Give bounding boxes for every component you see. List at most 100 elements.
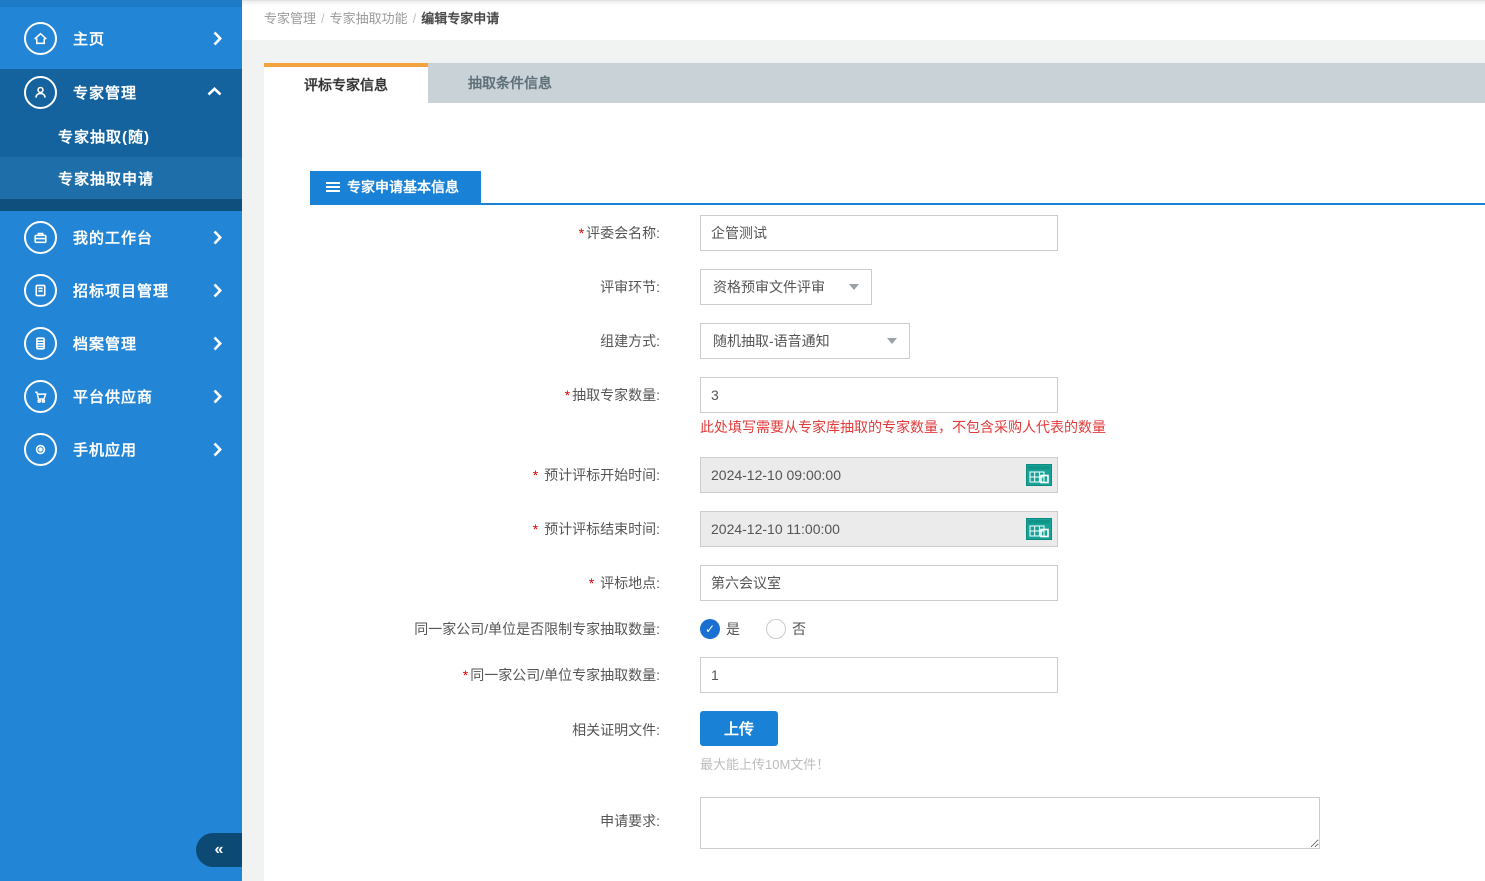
sidebar-item-bidding-projects[interactable]: 招标项目管理 [0, 264, 242, 317]
document-icon [24, 274, 57, 307]
required-marker: * [533, 521, 542, 537]
end-time-input[interactable]: 2024-12-10 11:00:00 [700, 511, 1058, 547]
cart-icon [24, 380, 57, 413]
field-label: *评委会名称: [264, 223, 700, 243]
calendar-icon[interactable] [1026, 464, 1052, 486]
sidebar-item-label: 主页 [73, 28, 105, 49]
field-formation-method: 组建方式: 随机抽取-语音通知 [264, 323, 1485, 359]
chevron-up-icon [207, 87, 222, 97]
location-input[interactable] [700, 565, 1058, 601]
chevron-right-icon [213, 336, 222, 351]
radio-unchecked-icon [766, 619, 786, 639]
briefcase-icon [24, 221, 57, 254]
field-requirements: 申请要求: [264, 797, 1485, 849]
breadcrumb-extraction-function[interactable]: 专家抽取功能 [330, 11, 408, 26]
certificate-upload-area: 上传 最大能上传10M文件！ [700, 711, 829, 773]
required-marker: * [565, 387, 570, 403]
breadcrumb-current-page: 编辑专家申请 [421, 11, 499, 26]
upload-button[interactable]: 上传 [700, 711, 778, 746]
dropdown-arrow-icon [849, 284, 859, 290]
field-label: * 评标地点: [264, 573, 700, 593]
sidebar-item-archives[interactable]: 档案管理 [0, 317, 242, 370]
select-value: 随机抽取-语音通知 [713, 331, 830, 351]
sidebar-item-mobile-app[interactable]: 手机应用 [0, 423, 242, 476]
required-marker: * [533, 467, 542, 483]
field-certificate: 相关证明文件: 上传 最大能上传10M文件！ [264, 711, 1485, 773]
sidebar-group-expert-management: 专家管理 专家抽取(随) 专家抽取申请 [0, 69, 242, 199]
sidebar-item-home[interactable]: 主页 [0, 7, 242, 69]
field-label: 同一家公司/单位是否限制专家抽取数量: [264, 619, 700, 639]
required-marker: * [579, 225, 584, 241]
review-stage-select[interactable]: 资格预审文件评审 [700, 269, 872, 305]
start-time-input[interactable]: 2024-12-10 09:00:00 [700, 457, 1058, 493]
field-label: 申请要求: [264, 797, 700, 831]
chevron-right-icon [213, 389, 222, 404]
field-limit-company: 同一家公司/单位是否限制专家抽取数量: 是 否 [264, 619, 1485, 639]
expert-count-hint: 此处填写需要从专家库抽取的专家数量，不包含采购人代表的数量 [700, 417, 1106, 437]
sidebar-top-strip [0, 0, 242, 7]
radio-label: 否 [792, 619, 806, 639]
sidebar-collapse-button[interactable]: « [196, 833, 242, 867]
radio-option-no[interactable]: 否 [766, 619, 806, 639]
field-review-stage: 评审环节: 资格预审文件评审 [264, 269, 1485, 305]
section-title-tab: 专家申请基本信息 [310, 171, 481, 203]
chevron-right-icon [213, 230, 222, 245]
expert-icon [24, 76, 57, 109]
date-value: 2024-12-10 11:00:00 [711, 521, 840, 537]
chevron-right-icon [213, 442, 222, 457]
field-committee-name: *评委会名称: [264, 215, 1485, 251]
dropdown-arrow-icon [887, 338, 897, 344]
tab-label: 评标专家信息 [304, 75, 388, 95]
home-icon [24, 22, 57, 55]
field-label: * 预计评标结束时间: [264, 519, 700, 539]
sidebar-item-label: 专家管理 [73, 82, 137, 103]
radio-label: 是 [726, 619, 740, 639]
field-start-time: * 预计评标开始时间: 2024-12-10 09:00:00 [264, 457, 1485, 493]
select-value: 资格预审文件评审 [713, 277, 825, 297]
expert-application-form: *评委会名称: 评审环节: 资格预审文件评审 组建方式: 随机抽取-语音通知 [264, 205, 1485, 849]
radio-option-yes[interactable]: 是 [700, 619, 740, 639]
breadcrumb-separator: / [413, 11, 417, 26]
sidebar-item-suppliers[interactable]: 平台供应商 [0, 370, 242, 423]
formation-method-select[interactable]: 随机抽取-语音通知 [700, 323, 910, 359]
archive-icon [24, 327, 57, 360]
breadcrumb-expert-management[interactable]: 专家管理 [264, 11, 316, 26]
tab-expert-info[interactable]: 评标专家信息 [264, 63, 428, 103]
sidebar-subitem-extraction-application[interactable]: 专家抽取申请 [0, 157, 242, 199]
calendar-icon[interactable] [1026, 518, 1052, 540]
requirements-textarea[interactable] [700, 797, 1320, 849]
collapse-icon: « [215, 841, 224, 859]
limit-company-radio-group: 是 否 [700, 619, 806, 639]
chevron-right-icon [213, 283, 222, 298]
expert-count-input[interactable] [700, 377, 1058, 413]
field-label: * 预计评标开始时间: [264, 465, 700, 485]
radio-checked-icon [700, 619, 720, 639]
committee-name-input[interactable] [700, 215, 1058, 251]
sidebar-group-divider [0, 199, 242, 211]
field-label: 评审环节: [264, 277, 700, 297]
field-label: 相关证明文件: [264, 711, 700, 740]
mobile-app-icon [24, 433, 57, 466]
sidebar-item-label: 平台供应商 [73, 386, 153, 407]
field-label: 组建方式: [264, 331, 700, 351]
sidebar-item-label: 档案管理 [73, 333, 137, 354]
section-header: 专家申请基本信息 [310, 171, 1485, 205]
sidebar-item-expert-management[interactable]: 专家管理 [0, 69, 242, 115]
field-label: *抽取专家数量: [264, 385, 700, 405]
date-value: 2024-12-10 09:00:00 [711, 467, 841, 483]
breadcrumb-separator: / [321, 11, 325, 26]
sidebar-item-workbench[interactable]: 我的工作台 [0, 211, 242, 264]
required-marker: * [589, 575, 598, 591]
sidebar: 主页 专家管理 专家抽取(随) 专家抽取申请 [0, 0, 242, 881]
sidebar-subitem-expert-extraction[interactable]: 专家抽取(随) [0, 115, 242, 157]
main-area: 专家管理 / 专家抽取功能 / 编辑专家申请 评标专家信息 抽取条件信息 专家申请基本信… [242, 0, 1485, 881]
content-panel: 评标专家信息 抽取条件信息 专家申请基本信息 *评委会名称: [264, 63, 1485, 881]
breadcrumb: 专家管理 / 专家抽取功能 / 编辑专家申请 [242, 0, 1485, 40]
sidebar-item-label: 手机应用 [73, 439, 137, 460]
company-count-input[interactable] [700, 657, 1058, 693]
tab-extraction-conditions[interactable]: 抽取条件信息 [428, 63, 592, 103]
list-icon [326, 181, 340, 193]
tab-bar: 评标专家信息 抽取条件信息 [264, 63, 1485, 103]
upload-hint: 最大能上传10M文件！ [700, 754, 829, 773]
chevron-right-icon [213, 31, 222, 46]
